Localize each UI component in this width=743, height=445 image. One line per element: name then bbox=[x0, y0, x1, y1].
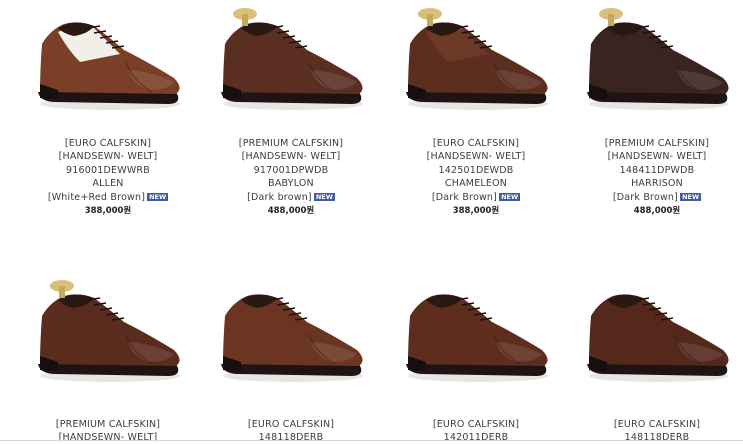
divider bbox=[0, 440, 743, 441]
shoe-tree-post bbox=[59, 286, 65, 298]
product-color: [White+Red Brown] bbox=[47, 192, 146, 204]
product-code: 917001DPWDB bbox=[253, 164, 329, 176]
product-material: [EURO CALFSKIN] bbox=[432, 419, 520, 430]
new-badge: NEW bbox=[680, 193, 702, 202]
product-card[interactable]: [EURO CALFSKIN] [HANDSEWN- WELT] 916001D… bbox=[15, 0, 201, 216]
product-card[interactable]: [EURO CALFSKIN] 148118DERB bbox=[198, 272, 384, 443]
product-name[interactable]: CHAMELEON bbox=[383, 177, 569, 190]
product-price: 388,000원 bbox=[452, 206, 500, 217]
product-price: 488,000원 bbox=[633, 206, 681, 217]
product-material: [EURO CALFSKIN] bbox=[613, 419, 701, 430]
product-price: 488,000원 bbox=[267, 206, 315, 217]
product-color: [Dark Brown] bbox=[612, 192, 679, 204]
product-color: [Dark brown] bbox=[247, 192, 312, 204]
product-material: [EURO CALFSKIN] bbox=[432, 138, 520, 149]
product-name[interactable]: ALLEN bbox=[15, 177, 201, 190]
product-construction: [HANDSEWN- WELT] bbox=[607, 151, 707, 163]
product-construction: [HANDSEWN- WELT] bbox=[426, 151, 526, 163]
product-name[interactable]: HARRISON bbox=[564, 177, 743, 190]
product-material: [EURO CALFSKIN] bbox=[247, 419, 335, 430]
new-badge: NEW bbox=[499, 193, 521, 202]
product-material: [EURO CALFSKIN] bbox=[64, 138, 152, 149]
product-image[interactable] bbox=[211, 272, 371, 392]
product-card[interactable]: [PREMIUM CALFSKIN] [HANDSEWN- WELT] 9170… bbox=[198, 0, 384, 216]
product-card[interactable]: [EURO CALFSKIN] [HANDSEWN- WELT] 142501D… bbox=[383, 0, 569, 216]
product-code: 148411DPWDB bbox=[619, 164, 695, 176]
product-material: [PREMIUM CALFSKIN] bbox=[238, 138, 344, 149]
product-construction: [HANDSEWN- WELT] bbox=[58, 151, 158, 163]
product-info: [EURO CALFSKIN] [HANDSEWN- WELT] 916001D… bbox=[15, 137, 201, 219]
product-image[interactable] bbox=[396, 272, 556, 392]
product-color-row: [Dark brown] NEW bbox=[198, 191, 384, 204]
product-info: [PREMIUM CALFSKIN] [HANDSEWN- WELT] 1484… bbox=[564, 137, 743, 219]
product-info: [EURO CALFSKIN] [HANDSEWN- WELT] 142501D… bbox=[383, 137, 569, 219]
product-card[interactable]: [EURO CALFSKIN] 148118DERB bbox=[564, 272, 743, 443]
product-price: 388,000원 bbox=[84, 206, 132, 217]
product-card[interactable]: [PREMIUM CALFSKIN] [HANDSEWN- WELT] bbox=[15, 272, 201, 443]
product-code: 142501DEWDB bbox=[438, 164, 514, 176]
product-color: [Dark Brown] bbox=[431, 192, 498, 204]
product-image[interactable] bbox=[28, 272, 188, 392]
product-image[interactable] bbox=[577, 272, 737, 392]
product-construction: [HANDSEWN- WELT] bbox=[241, 151, 341, 163]
product-code: 916001DEWWRB bbox=[66, 164, 150, 176]
product-image[interactable] bbox=[577, 0, 737, 120]
product-image[interactable] bbox=[28, 0, 188, 120]
product-color-row: [White+Red Brown] NEW bbox=[15, 191, 201, 204]
product-card[interactable]: [EURO CALFSKIN] 142011DERB bbox=[383, 272, 569, 443]
product-card[interactable]: [PREMIUM CALFSKIN] [HANDSEWN- WELT] 1484… bbox=[564, 0, 743, 216]
product-material: [PREMIUM CALFSKIN] bbox=[55, 419, 161, 430]
product-grid: [EURO CALFSKIN] [HANDSEWN- WELT] 916001D… bbox=[0, 0, 743, 443]
product-material: [PREMIUM CALFSKIN] bbox=[604, 138, 710, 149]
product-color-row: [Dark Brown] NEW bbox=[383, 191, 569, 204]
shoe-tree-post bbox=[608, 14, 614, 26]
product-image[interactable] bbox=[211, 0, 371, 120]
product-color-row: [Dark Brown] NEW bbox=[564, 191, 743, 204]
product-info: [PREMIUM CALFSKIN] [HANDSEWN- WELT] 9170… bbox=[198, 137, 384, 219]
new-badge: NEW bbox=[147, 193, 169, 202]
product-image[interactable] bbox=[396, 0, 556, 120]
product-name[interactable]: BABYLON bbox=[198, 177, 384, 190]
shoe-tree-post bbox=[427, 14, 433, 26]
new-badge: NEW bbox=[313, 193, 335, 202]
shoe-tree-post bbox=[242, 14, 248, 26]
